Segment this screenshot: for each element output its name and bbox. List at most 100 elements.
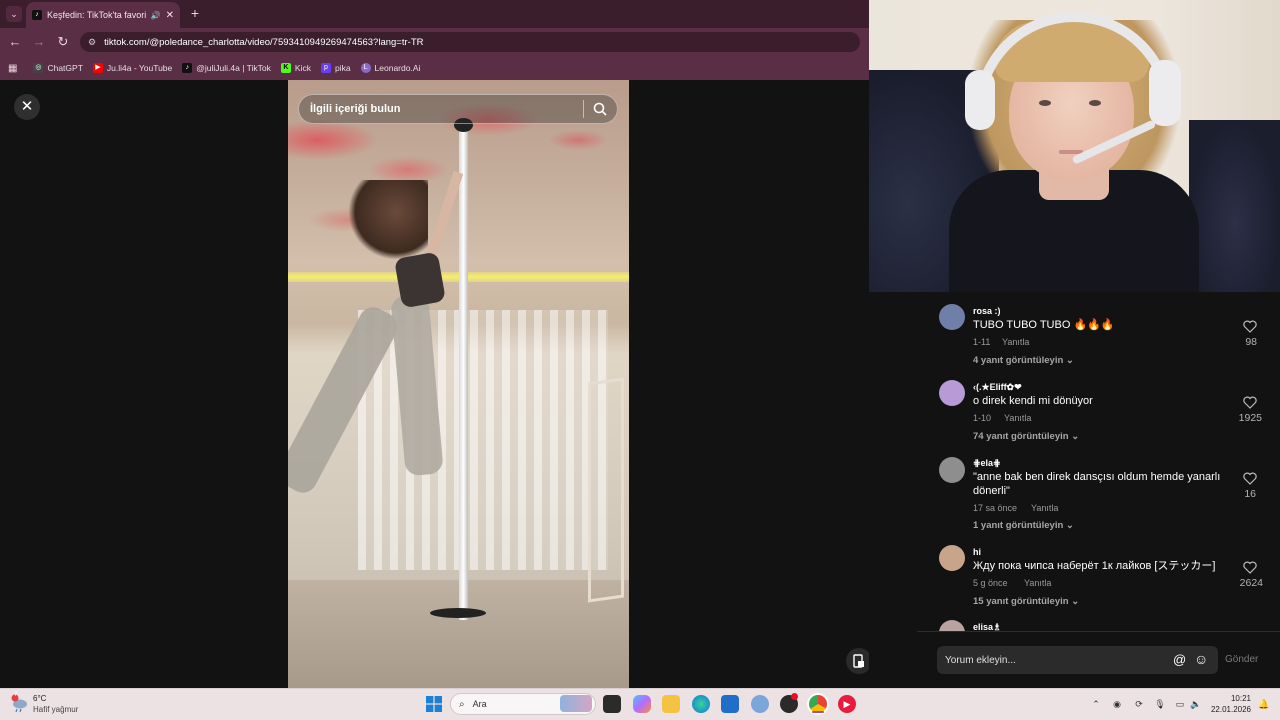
microphone-icon[interactable]: 🎙 xyxy=(1154,698,1166,710)
send-button[interactable]: Gönder xyxy=(1225,654,1258,665)
comment-text: Жду пока чипса наберёт 1к лайков [ステッカー] xyxy=(973,560,1216,572)
mirror xyxy=(588,377,624,603)
reload-icon[interactable]: ↻ xyxy=(54,33,72,51)
comment-text: "anne bak ben direk dansçısı oldum hemde… xyxy=(973,471,1221,497)
weather-condition[interactable]: Hafif yağmur xyxy=(33,705,78,714)
media-player-icon[interactable]: ▶ xyxy=(838,695,856,713)
like-count: 1925 xyxy=(1238,412,1262,424)
microsoft-store-icon[interactable] xyxy=(721,695,739,713)
avatar[interactable] xyxy=(939,380,965,406)
chevron-down-icon: ⌄ xyxy=(1071,596,1080,607)
comment-username[interactable]: ‹(.★Eliff✿❤ xyxy=(973,382,1022,393)
taskbar-search-placeholder: Ara xyxy=(472,699,487,709)
avatar[interactable] xyxy=(939,457,965,483)
search-divider xyxy=(583,100,584,118)
reply-button[interactable]: Yanıtla xyxy=(1002,337,1029,347)
forward-icon[interactable]: → xyxy=(30,33,48,51)
webcam-overlay xyxy=(869,0,1280,292)
settings-icon[interactable] xyxy=(751,695,769,713)
comment-date: 1-11 xyxy=(973,337,991,347)
volume-icon[interactable]: 🔈 xyxy=(1190,698,1202,710)
close-video-button[interactable]: ✕ xyxy=(14,94,40,120)
view-replies-button[interactable]: 15 yanıt görüntüleyin ⌄ xyxy=(973,596,1079,607)
heart-icon[interactable] xyxy=(1243,472,1257,485)
comment-divider xyxy=(917,631,1280,632)
comment-username[interactable]: elisa♗ xyxy=(973,622,1001,631)
speaker-icon[interactable]: 🔊 xyxy=(151,11,161,20)
file-explorer-icon[interactable] xyxy=(662,695,680,713)
bookmark-youtube[interactable]: ▶ Ju.li4a - YouTube xyxy=(92,63,172,73)
emoji-icon[interactable]: ☺ xyxy=(1194,651,1208,667)
like-count: 98 xyxy=(1245,336,1257,348)
kick-icon: K xyxy=(280,63,291,73)
comment-date: 5 g önce xyxy=(973,578,1008,588)
sync-icon[interactable]: ⟳ xyxy=(1133,698,1145,710)
bookmark-chatgpt[interactable]: ◎ ChatGPT xyxy=(33,63,83,73)
reply-button[interactable]: Yanıtla xyxy=(1031,503,1058,513)
url-text: tiktok.com/@poledance_charlotta/video/75… xyxy=(104,36,424,48)
tray-app-icon[interactable]: ◉ xyxy=(1111,698,1123,710)
comment-text: o direk kendi mi dönüyor xyxy=(973,395,1093,407)
leonardo-icon: L xyxy=(360,63,371,73)
weather-badge: 7 xyxy=(13,692,18,698)
clock-time[interactable]: 10:21 xyxy=(1213,694,1251,703)
bookmark-kick[interactable]: K Kick xyxy=(280,63,311,73)
youtube-icon: ▶ xyxy=(92,63,103,73)
active-app-indicator xyxy=(812,711,824,713)
network-icon[interactable]: ▭ xyxy=(1174,698,1186,710)
comment-text: TUBO TUBO TUBO 🔥🔥🔥 xyxy=(973,319,1115,331)
bookmark-leonardo[interactable]: L Leonardo.Ai xyxy=(360,63,420,73)
edge-icon[interactable] xyxy=(692,695,710,713)
heart-icon[interactable] xyxy=(1243,561,1257,574)
notification-dot xyxy=(791,693,798,700)
clock-date[interactable]: 22.01.2026 xyxy=(1205,705,1251,714)
task-view-icon[interactable] xyxy=(603,695,621,713)
copilot-icon[interactable] xyxy=(633,695,651,713)
chatgpt-icon: ◎ xyxy=(33,63,44,73)
tab-close-icon[interactable]: ✕ xyxy=(166,10,174,21)
heart-icon[interactable] xyxy=(1243,396,1257,409)
tiktok-icon: ♪ xyxy=(182,63,193,73)
search-icon[interactable] xyxy=(592,101,608,117)
address-bar[interactable]: ⚙ tiktok.com/@poledance_charlotta/video/… xyxy=(80,32,860,52)
dancer-body xyxy=(393,251,447,309)
blanket xyxy=(1189,120,1280,292)
chevron-up-icon[interactable]: ⌃ xyxy=(1090,698,1102,710)
reply-button[interactable]: Yanıtla xyxy=(1024,578,1051,588)
bookmark-tiktok[interactable]: ♪ @juliJuli.4a | TikTok xyxy=(182,63,271,73)
avatar[interactable] xyxy=(939,304,965,330)
search-highlight-image xyxy=(560,695,592,712)
comment-username[interactable]: hi xyxy=(973,547,981,557)
new-tab-button[interactable]: + xyxy=(188,6,202,20)
like-count: 2624 xyxy=(1239,577,1263,589)
bookmark-pika[interactable]: p pika xyxy=(320,63,351,73)
view-replies-button[interactable]: 1 yanıt görüntüleyin ⌄ xyxy=(973,520,1074,531)
comment-date: 17 sa önce xyxy=(973,503,1018,513)
view-replies-button[interactable]: 74 yanıt görüntüleyin ⌄ xyxy=(973,431,1079,442)
view-replies-button[interactable]: 4 yanıt görüntüleyin ⌄ xyxy=(973,355,1074,366)
notifications-icon[interactable]: 🔔 xyxy=(1258,698,1270,710)
comment-input-placeholder: Yorum ekleyin... xyxy=(945,654,1016,666)
comment-username[interactable]: rosa :) xyxy=(973,306,1001,316)
reply-button[interactable]: Yanıtla xyxy=(1004,413,1031,423)
chevron-down-icon: ⌄ xyxy=(1071,431,1080,442)
chevron-down-icon: ⌄ xyxy=(1065,520,1074,531)
apps-icon[interactable]: ▦ xyxy=(8,63,17,74)
site-info-icon[interactable]: ⚙ xyxy=(88,37,96,48)
heart-icon[interactable] xyxy=(1243,320,1257,333)
weather-temperature[interactable]: 6°C xyxy=(33,694,46,703)
windows-start-icon[interactable] xyxy=(426,696,442,712)
mention-icon[interactable]: @ xyxy=(1173,652,1186,667)
browser-tab[interactable]: ♪ Keşfedin: TikTok'ta favori vid 🔊 ✕ xyxy=(26,2,180,28)
avatar[interactable] xyxy=(939,545,965,571)
chevron-down-icon: ⌄ xyxy=(1065,355,1074,366)
comment-username[interactable]: ⋕ela⋕ xyxy=(973,458,1001,469)
comment-date: 1-10 xyxy=(973,413,992,423)
avatar[interactable] xyxy=(939,620,965,631)
headset-earcup xyxy=(965,70,995,130)
related-search-input[interactable]: İlgili içeriği bulun xyxy=(298,94,618,124)
video-player[interactable] xyxy=(288,80,629,688)
headset-earcup xyxy=(1149,60,1181,126)
back-icon[interactable]: ← xyxy=(6,33,24,51)
tab-search-button[interactable]: ⌄ xyxy=(6,6,22,22)
